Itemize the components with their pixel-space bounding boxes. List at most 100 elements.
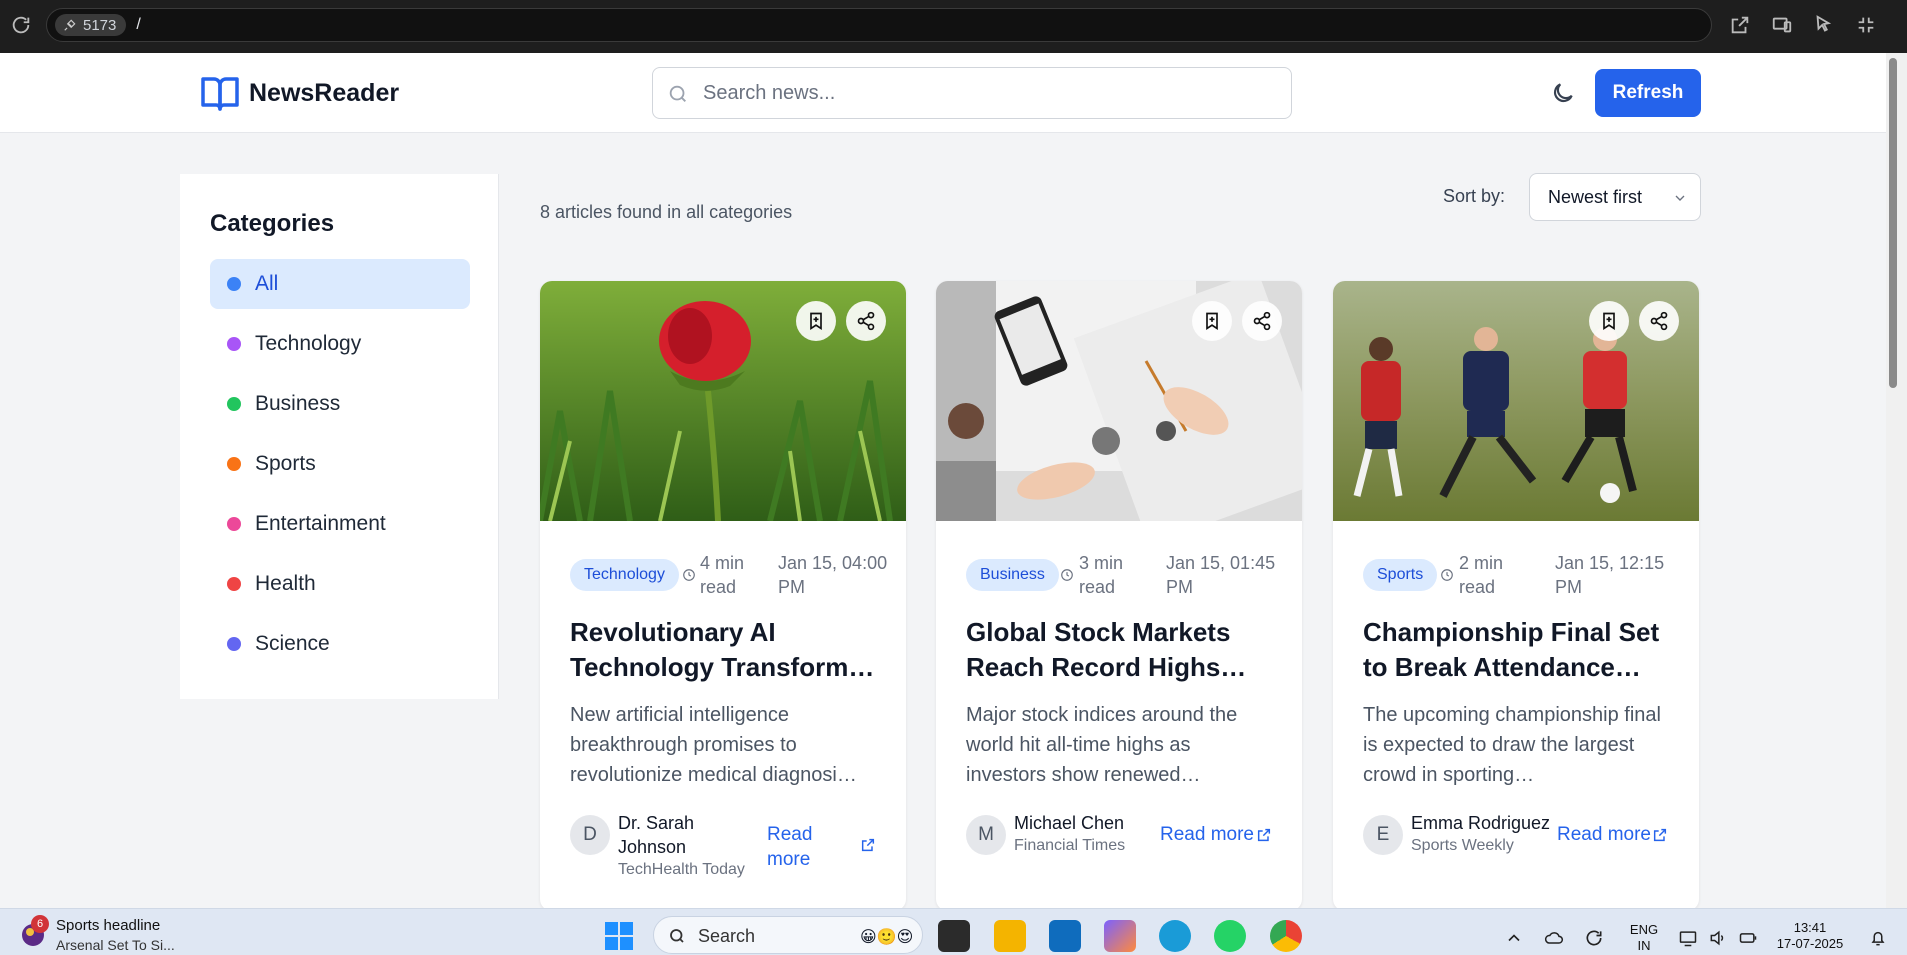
- microsoft-store-icon[interactable]: [1049, 920, 1081, 952]
- news-widget-title[interactable]: Sports headline: [56, 917, 160, 934]
- clock[interactable]: 13:41 17-07-2025: [1770, 920, 1850, 952]
- article-excerpt: The upcoming championship final is expec…: [1363, 704, 1661, 786]
- url-path: /: [136, 16, 141, 33]
- clock-icon: [1441, 569, 1453, 581]
- refresh-button[interactable]: Refresh: [1595, 69, 1701, 117]
- article-card[interactable]: Sports 2 min read Jan 15, 12:15 PM Champ…: [1333, 281, 1699, 911]
- category-label: Sports: [255, 452, 316, 475]
- reload-icon[interactable]: [10, 14, 32, 36]
- read-more-link[interactable]: Read more: [1160, 822, 1254, 847]
- news-widget-subtitle[interactable]: Arsenal Set To Si...: [56, 937, 175, 953]
- bookmark-plus-icon: [1603, 312, 1615, 331]
- collapse-icon[interactable]: [1855, 14, 1877, 36]
- category-dot: [227, 517, 241, 531]
- bookmark-button[interactable]: [1192, 301, 1232, 341]
- battery-icon[interactable]: [1738, 928, 1758, 948]
- category-label: Health: [255, 572, 316, 595]
- author-avatar: E: [1363, 815, 1403, 855]
- search-icon: [669, 85, 686, 102]
- publish-date: Jan 15, 04:00 PM: [778, 553, 888, 597]
- notification-badge: 6: [31, 915, 49, 933]
- moon-icon[interactable]: [1550, 80, 1576, 106]
- copilot-icon[interactable]: [1104, 920, 1136, 952]
- category-item-science[interactable]: Science: [210, 619, 470, 669]
- chrome-icon[interactable]: [1270, 920, 1302, 952]
- onedrive-icon[interactable]: [1544, 928, 1564, 948]
- region-code: IN: [1637, 938, 1651, 953]
- external-link-icon[interactable]: [1652, 827, 1668, 843]
- category-dot: [227, 577, 241, 591]
- external-link-icon[interactable]: [860, 837, 876, 853]
- taskbar-search[interactable]: Search 😀🙂😍: [653, 916, 923, 954]
- language-indicator[interactable]: ENG IN: [1620, 922, 1668, 954]
- port-chip[interactable]: 5173: [55, 14, 127, 36]
- article-title[interactable]: Global Stock Markets Reach Record Highs…: [966, 615, 1276, 685]
- author-name: Michael Chen: [1014, 813, 1125, 833]
- volume-icon[interactable]: [1708, 928, 1728, 948]
- read-time: 3 min read: [1079, 553, 1124, 597]
- sync-icon[interactable]: [1584, 928, 1604, 948]
- article-title[interactable]: Championship Final Set to Break Attendan…: [1363, 615, 1673, 685]
- file-explorer-icon[interactable]: [994, 920, 1026, 952]
- category-dot: [227, 637, 241, 651]
- share-button[interactable]: [1639, 301, 1679, 341]
- windows-start-icon[interactable]: [604, 921, 634, 951]
- category-item-all[interactable]: All: [210, 259, 470, 309]
- share-button[interactable]: [1242, 301, 1282, 341]
- address-bar[interactable]: 5173 /: [46, 8, 1712, 42]
- read-more-link[interactable]: Read more: [767, 822, 827, 872]
- article-count: 8 articles found in all categories: [540, 202, 793, 222]
- category-label: Entertainment: [255, 512, 386, 535]
- scrollbar-thumb[interactable]: [1889, 58, 1897, 388]
- author-source: Financial Times: [1014, 837, 1126, 854]
- share-button[interactable]: [846, 301, 886, 341]
- article-card[interactable]: Technology 4 min read Jan 15, 04:00 PM R…: [540, 281, 906, 911]
- edge-icon[interactable]: [1159, 920, 1191, 952]
- app-header: NewsReader Refresh: [0, 53, 1886, 133]
- device-toggle-icon[interactable]: [1771, 14, 1793, 36]
- category-tag: Sports: [1363, 559, 1438, 591]
- read-time: 4 min read: [700, 553, 745, 597]
- plug-icon: [64, 19, 76, 31]
- category-item-technology[interactable]: Technology: [210, 319, 470, 369]
- search-box[interactable]: [652, 67, 1292, 119]
- category-tag: Technology: [570, 559, 679, 591]
- bookmark-plus-icon: [810, 312, 822, 331]
- publish-date: Jan 15, 01:45 PM: [1166, 553, 1276, 597]
- author-name: Emma Rodriguez: [1411, 813, 1551, 833]
- whatsapp-icon[interactable]: [1214, 920, 1246, 952]
- search-input[interactable]: [703, 68, 1283, 118]
- author-avatar: M: [966, 815, 1006, 855]
- chevron-up-icon[interactable]: [1504, 928, 1524, 948]
- clock-date: 17-07-2025: [1776, 936, 1844, 951]
- app-title: NewsReader: [249, 79, 400, 107]
- author-source: TechHealth Today: [618, 861, 745, 878]
- network-icon[interactable]: [1678, 928, 1698, 948]
- read-more-link[interactable]: Read more: [1557, 822, 1651, 847]
- category-item-business[interactable]: Business: [210, 379, 470, 429]
- task-view-icon[interactable]: [938, 920, 970, 952]
- language-code: ENG: [1629, 922, 1659, 937]
- category-item-entertainment[interactable]: Entertainment: [210, 499, 470, 549]
- bookmark-button[interactable]: [1589, 301, 1629, 341]
- open-external-icon[interactable]: [1729, 14, 1751, 36]
- external-link-icon[interactable]: [1256, 827, 1272, 843]
- bookmark-button[interactable]: [796, 301, 836, 341]
- category-dot: [227, 457, 241, 471]
- share-icon: [1253, 311, 1271, 331]
- category-item-sports[interactable]: Sports: [210, 439, 470, 489]
- notification-bell-icon[interactable]: [1868, 928, 1888, 948]
- article-title[interactable]: Revolutionary AI Technology Transform…: [570, 615, 880, 685]
- author-avatar: D: [570, 815, 610, 855]
- author-source: Sports Weekly: [1411, 837, 1514, 854]
- category-label: Science: [255, 632, 330, 655]
- article-card[interactable]: Business 3 min read Jan 15, 01:45 PM Glo…: [936, 281, 1302, 911]
- categories-sidebar: Categories All Technology Business Sport…: [180, 174, 499, 699]
- category-item-health[interactable]: Health: [210, 559, 470, 609]
- clock-icon: [683, 569, 695, 581]
- author-name: Dr. Sarah Johnson: [618, 813, 695, 857]
- inspect-cursor-icon[interactable]: [1813, 14, 1835, 36]
- port-label: 5173: [83, 16, 117, 34]
- sort-select[interactable]: Newest first: [1529, 173, 1701, 221]
- chevron-down-icon: [1675, 195, 1685, 201]
